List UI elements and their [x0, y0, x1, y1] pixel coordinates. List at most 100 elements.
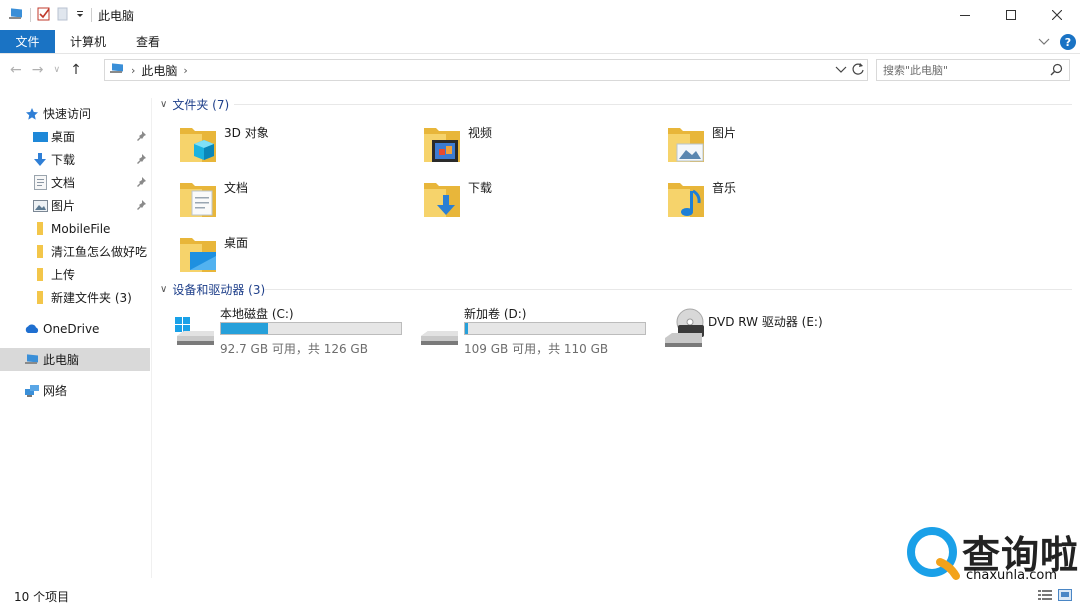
folder-tile-downloads[interactable]: 下载 — [422, 177, 662, 227]
forward-arrow-icon[interactable]: → — [32, 62, 44, 78]
sidebar-item-label: 网络 — [43, 384, 68, 398]
computer-small-icon — [8, 7, 24, 24]
group-divider — [264, 289, 1072, 290]
help-button[interactable]: ? — [1060, 34, 1076, 50]
pin-icon[interactable] — [136, 176, 146, 190]
breadcrumb-chevron-icon[interactable]: › — [131, 64, 135, 77]
folder-tile-music[interactable]: 音乐 — [666, 177, 906, 227]
sidebar-item-label: 桌面 — [51, 130, 76, 144]
tab-computer[interactable]: 计算机 — [55, 30, 121, 53]
toolbar-separator — [30, 8, 31, 22]
sidebar-item-label: 上传 — [51, 268, 76, 282]
drives-group-header[interactable]: ∨ 设备和驱动器 (3) — [160, 279, 265, 299]
sidebar-item-pictures[interactable]: 图片 — [0, 194, 150, 217]
sidebar-item-folder[interactable]: 清江鱼怎么做好吃 — [0, 240, 150, 263]
drive-usage-bar — [220, 322, 402, 335]
folder-icon — [32, 221, 48, 237]
back-arrow-icon[interactable]: ← — [10, 62, 22, 78]
downloads-folder-icon — [422, 177, 468, 223]
minimize-button[interactable] — [942, 0, 988, 30]
folder-tile-videos[interactable]: 视频 — [422, 122, 662, 172]
search-input[interactable]: 搜索"此电脑" — [876, 59, 1070, 81]
address-dropdown-icon[interactable] — [835, 63, 847, 77]
address-row: ← → ∨ ↑ › 此电脑 › 搜索"此电脑" — [0, 58, 1080, 82]
network-icon — [24, 383, 40, 399]
star-icon — [24, 106, 40, 122]
sidebar-item-label: 文档 — [51, 176, 76, 190]
customize-toolbar-icon[interactable] — [75, 8, 85, 22]
up-arrow-icon[interactable]: ↑ — [70, 62, 82, 78]
navigation-buttons: ← → ∨ ↑ — [10, 60, 82, 80]
search-placeholder: 搜索"此电脑" — [883, 64, 949, 77]
collapse-chevron-icon: ∨ — [160, 283, 168, 295]
group-divider — [234, 104, 1072, 105]
sidebar-item-label: 图片 — [51, 199, 76, 213]
sidebar-item-desktop[interactable]: 桌面 — [0, 125, 150, 148]
pin-icon[interactable] — [136, 199, 146, 213]
folder-tile-pictures[interactable]: 图片 — [666, 122, 906, 172]
expand-ribbon-icon[interactable] — [1038, 35, 1050, 49]
pictures-icon — [32, 198, 48, 214]
title-bar: 此电脑 — [0, 0, 1080, 30]
content-pane: ∨ 文件夹 (7) 3D 对象 视频 图片 文档 下载 音乐 桌面 ∨ 设备和驱… — [152, 88, 1080, 578]
pin-icon[interactable] — [136, 153, 146, 167]
music-folder-icon — [666, 177, 712, 223]
sidebar-item-new-folder[interactable]: 新建文件夹 (3) — [0, 286, 150, 309]
folder-tile-desktop[interactable]: 桌面 — [178, 232, 418, 282]
ribbon-tabs: 文件 计算机 查看 ? — [0, 30, 1080, 54]
drive-free-space: 92.7 GB 可用，共 126 GB — [220, 342, 368, 356]
breadcrumb-chevron-icon[interactable]: › — [183, 64, 187, 77]
item-count: 10 个项目 — [14, 589, 70, 604]
folder-label: 图片 — [712, 126, 737, 140]
view-switcher — [1038, 589, 1072, 604]
sidebar-item-quick-access[interactable]: 快速访问 — [0, 102, 150, 125]
collapse-chevron-icon: ∨ — [160, 98, 168, 110]
drive-tile-e[interactable]: DVD RW 驱动器 (E:) — [662, 305, 902, 355]
folder-tile-3d-objects[interactable]: 3D 对象 — [178, 122, 418, 172]
sidebar-item-onedrive[interactable]: OneDrive — [0, 317, 150, 340]
drive-tile-d[interactable]: 新加卷 (D:) 109 GB 可用，共 110 GB — [418, 305, 658, 356]
3d-objects-folder-icon — [178, 122, 224, 168]
close-icon — [1052, 10, 1062, 20]
hard-drive-icon — [418, 305, 464, 351]
folder-label: 桌面 — [224, 236, 249, 250]
sidebar-item-network[interactable]: 网络 — [0, 379, 150, 402]
folder-icon — [32, 244, 48, 260]
address-bar[interactable]: › 此电脑 › — [104, 59, 868, 81]
pin-icon[interactable] — [136, 130, 146, 144]
sidebar-item-upload[interactable]: 上传 — [0, 263, 150, 286]
window-controls — [942, 0, 1080, 30]
large-icons-view-icon[interactable] — [1058, 589, 1072, 604]
sidebar-item-mobilefile[interactable]: MobileFile — [0, 217, 150, 240]
close-button[interactable] — [1034, 0, 1080, 30]
desktop-folder-icon — [178, 232, 224, 278]
refresh-icon[interactable] — [851, 62, 865, 79]
sidebar-item-downloads[interactable]: 下载 — [0, 148, 150, 171]
drive-label: 本地磁盘 (C:) — [220, 307, 294, 321]
watermark-url: chaxunla.com — [966, 568, 1057, 583]
download-icon — [32, 152, 48, 168]
sidebar-item-this-pc[interactable]: 此电脑 — [0, 348, 150, 371]
folder-label: 文档 — [224, 181, 249, 195]
tab-view[interactable]: 查看 — [121, 30, 175, 53]
folder-tile-documents[interactable]: 文档 — [178, 177, 418, 227]
computer-small-icon — [109, 62, 125, 78]
folder-label: 下载 — [468, 181, 493, 195]
drive-tile-c[interactable]: 本地磁盘 (C:) 92.7 GB 可用，共 126 GB — [174, 305, 414, 356]
details-view-icon[interactable] — [1038, 589, 1052, 604]
sidebar-item-documents[interactable]: 文档 — [0, 171, 150, 194]
search-icon[interactable] — [1050, 63, 1063, 79]
tab-file[interactable]: 文件 — [0, 30, 55, 53]
sidebar-item-label: 新建文件夹 (3) — [51, 291, 132, 305]
recent-locations-icon[interactable]: ∨ — [53, 65, 60, 75]
magnifier-logo-icon — [906, 526, 964, 587]
folders-group-header[interactable]: ∨ 文件夹 (7) — [160, 94, 229, 114]
properties-icon[interactable] — [37, 7, 51, 24]
breadcrumb-this-pc[interactable]: 此电脑 — [141, 62, 177, 79]
navigation-pane: 快速访问 桌面 下载 文档 图片 MobileFile 清江鱼怎么做好吃 上传 … — [0, 98, 152, 578]
watermark: 查询啦 chaxunla.com — [906, 522, 1078, 587]
new-folder-icon[interactable] — [57, 7, 69, 24]
folder-label: 3D 对象 — [224, 126, 269, 140]
maximize-button[interactable] — [988, 0, 1034, 30]
folder-icon — [32, 267, 48, 283]
